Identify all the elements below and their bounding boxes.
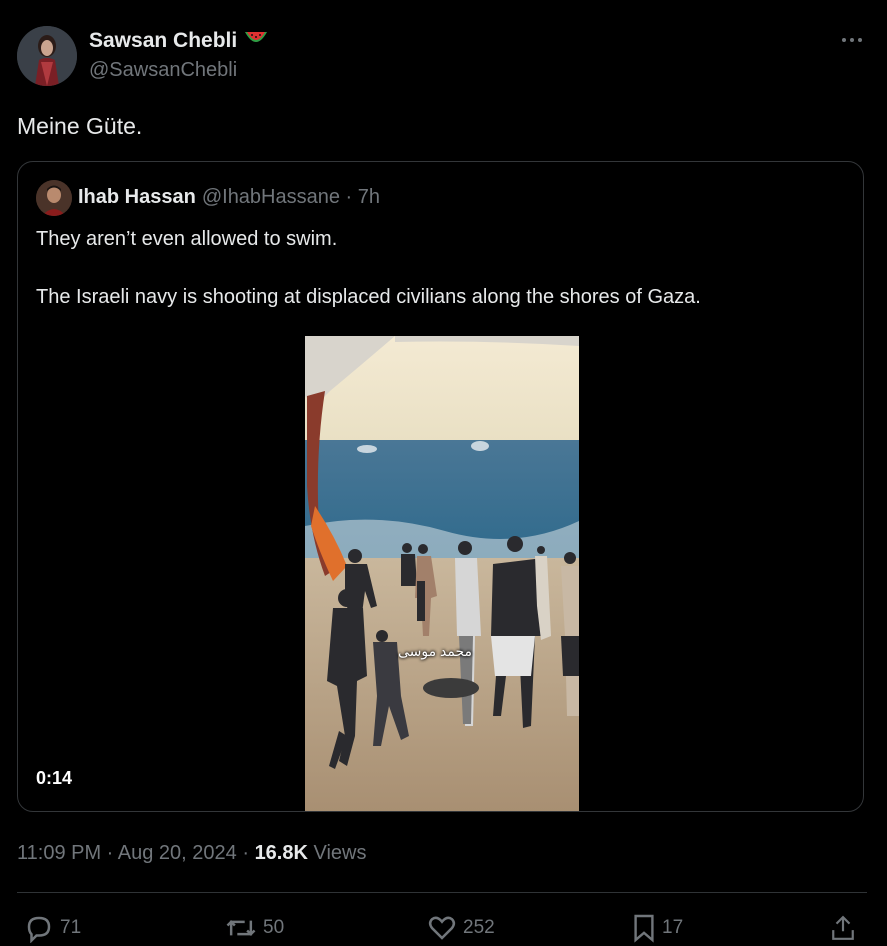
reply-icon [24,913,54,943]
quoted-tweet[interactable]: Ihab Hassan @IhabHassane · 7h They aren’… [17,161,864,812]
repost-button[interactable]: 50 [225,913,284,943]
video-duration: 0:14 [36,768,73,788]
tweet-text: Meine Güte. [17,113,143,139]
views-label: Views [307,842,367,864]
bookmark-icon [632,913,656,943]
share-button[interactable] [830,913,856,943]
quoted-text-line1: They aren’t even allowed to swim. [36,228,338,250]
divider [17,892,867,893]
video-caption: محمد موسى [398,643,472,659]
quoted-author-name[interactable]: Ihab Hassan [78,186,196,209]
reply-button[interactable]: 71 [24,913,81,943]
like-count: 252 [463,917,495,938]
tweet-timestamp: 11:09 PM · Aug 20, 2024 · 16.8K Views [17,842,366,865]
quoted-author-meta[interactable]: @IhabHassane · 7h [202,186,380,209]
quoted-text-line2: The Israeli navy is shooting at displace… [36,286,701,308]
tweet-time[interactable]: 11:09 PM · Aug 20, 2024 · [17,842,255,864]
beach-video-frame [305,336,579,811]
watermelon-icon [243,28,269,53]
repost-icon [225,913,257,943]
bookmark-count: 17 [662,917,684,938]
more-options-icon[interactable] [838,30,866,50]
like-button[interactable]: 252 [427,913,495,943]
bookmark-button[interactable]: 17 [632,913,683,943]
heart-icon [427,913,457,943]
views-count: 16.8K [254,842,308,864]
author-name[interactable]: Sawsan Chebli [89,29,237,53]
video-player[interactable] [305,336,579,811]
repost-count: 50 [263,917,285,938]
quoted-author-avatar[interactable] [36,180,72,216]
author-avatar[interactable] [17,26,77,86]
reply-count: 71 [60,917,82,938]
author-handle[interactable]: @SawsanChebli [89,59,237,82]
share-icon [830,913,856,943]
